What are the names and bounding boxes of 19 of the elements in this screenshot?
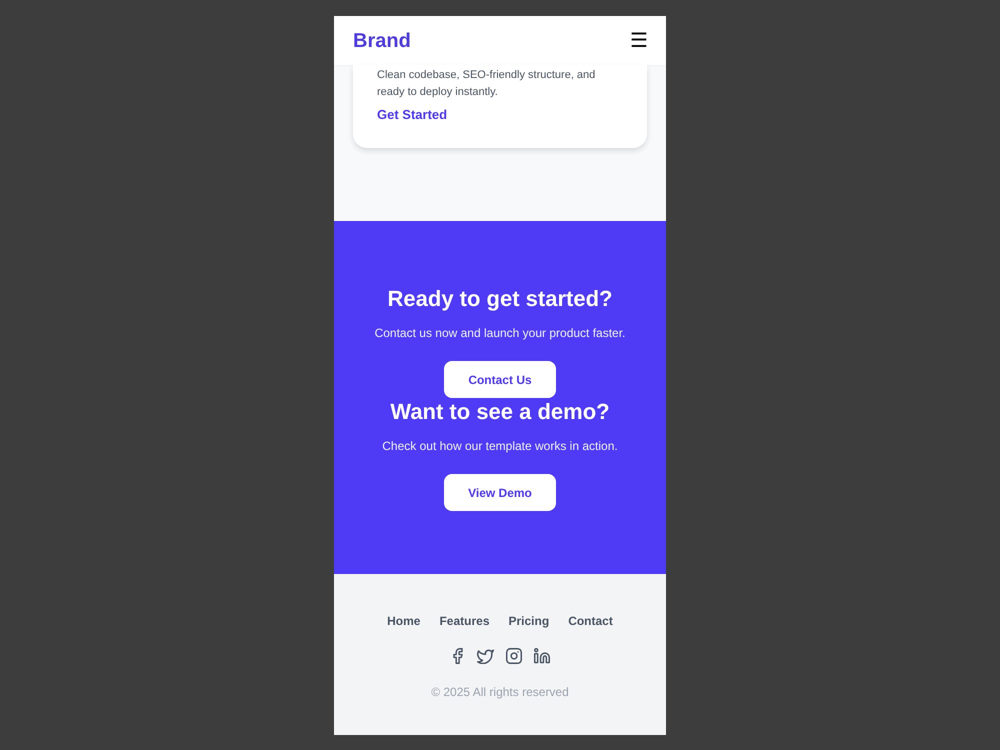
menu-button[interactable]: ☰ [630,30,648,50]
cta-button[interactable]: Contact Us [444,361,556,398]
in-logo-icon[interactable] [534,648,550,664]
footer-link[interactable]: Contact [568,611,613,631]
cta-button[interactable]: View Demo [444,474,556,511]
copyright-text: © 2025 All rights reserved [431,684,569,701]
f-logo-icon[interactable] [450,648,464,664]
brand-logo[interactable]: Brand [353,30,411,50]
cta-heading: Ready to get started? [388,285,612,313]
footer-link[interactable]: Features [439,611,490,631]
bird-icon[interactable] [476,648,494,664]
cta-text: Contact us now and launch your product faster. [374,325,626,342]
cta-text: Check out how our template works in action. [382,438,618,455]
footer-link[interactable]: Pricing [508,611,550,631]
camera-icon[interactable] [506,648,522,664]
get-started-link[interactable]: Get Started [377,106,448,124]
card-description: Clean codebase, SEO-friendly structure, and ready to deploy instantly. [377,68,596,100]
cta-heading: Want to see a demo? [390,398,610,426]
footer-link[interactable]: Home [387,611,420,631]
